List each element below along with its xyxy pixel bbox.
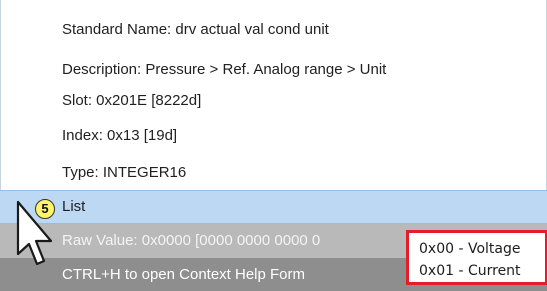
screenshot-root: Standard Name: drv actual val cond unit …: [0, 0, 547, 291]
raw-value-label: Raw Value: 0x0000 [0000 0000 0000 0: [62, 232, 321, 249]
standard-name-row: Standard Name: drv actual val cond unit: [62, 21, 329, 38]
description-row: Description: Pressure > Ref. Analog rang…: [62, 61, 387, 78]
parameter-info-panel: Standard Name: drv actual val cond unit …: [0, 0, 547, 291]
voltage-option[interactable]: 0x00 - Voltage: [419, 238, 520, 260]
mouse-pointer-svg: [16, 200, 53, 266]
list-option-label: List: [62, 198, 86, 215]
list-option-row[interactable]: List: [0, 190, 547, 224]
mouse-pointer-icon: [15, 198, 57, 272]
current-option[interactable]: 0x01 - Current: [419, 260, 521, 282]
slot-row: Slot: 0x201E [8222d]: [62, 92, 202, 109]
index-row: Index: 0x13 [19d]: [62, 127, 178, 144]
context-help-label: CTRL+H to open Context Help Form: [62, 266, 306, 283]
list-options-callout: 0x00 - Voltage 0x01 - Current: [406, 230, 547, 285]
type-row: Type: INTEGER16: [62, 164, 187, 181]
